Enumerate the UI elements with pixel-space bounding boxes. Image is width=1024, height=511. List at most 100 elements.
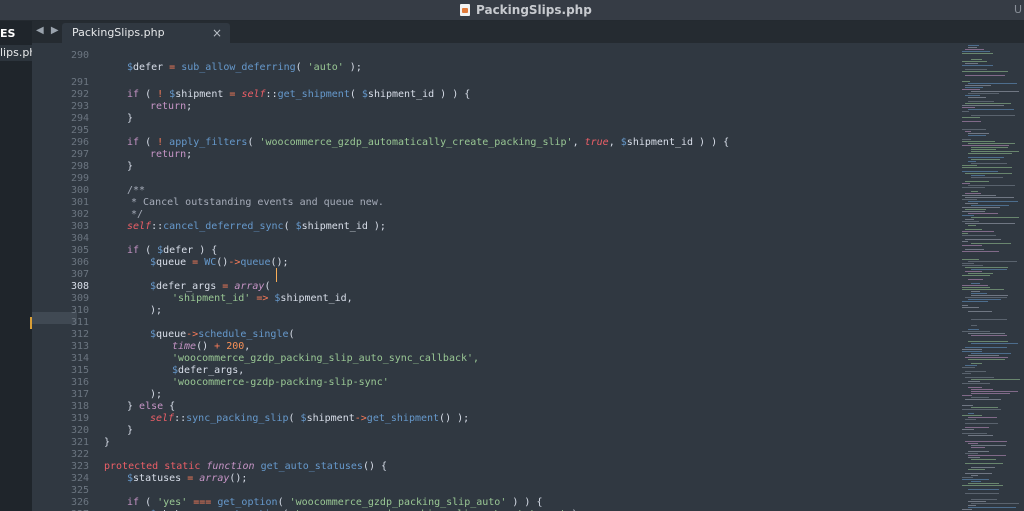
minimap-stroke xyxy=(962,105,1004,106)
minimap-stroke xyxy=(965,85,991,86)
code-editor[interactable]: 290 $defer = sub_allow_deferring( 'auto'… xyxy=(0,43,960,511)
minimap-stroke xyxy=(962,305,968,306)
minimap-stroke xyxy=(962,199,977,200)
code-line: 327 xyxy=(0,497,960,511)
minimap-stroke xyxy=(968,469,985,470)
minimap-stroke xyxy=(962,367,975,368)
minimap-stroke xyxy=(968,381,980,382)
tab-close-icon[interactable]: × xyxy=(212,23,222,43)
minimap-stroke xyxy=(971,481,981,482)
code-line: 315 'woocommerce-gzdp-packing-slip-sync' xyxy=(0,353,960,388)
code-line: 294 xyxy=(0,101,960,124)
tab-nav-arrows-icon[interactable]: ◀ ▶ xyxy=(36,25,61,36)
minimap-stroke xyxy=(971,269,1007,270)
minimap-stroke xyxy=(962,207,1000,208)
minimap[interactable] xyxy=(960,43,1024,511)
minimap-stroke xyxy=(962,233,968,234)
minimap-stroke xyxy=(968,501,986,502)
code-line: 296 return; xyxy=(0,125,960,160)
minimap-stroke xyxy=(971,205,1009,206)
minimap-stroke xyxy=(971,151,1019,152)
minimap-stroke xyxy=(965,453,978,454)
minimap-stroke xyxy=(965,473,992,474)
minimap-stroke xyxy=(968,279,983,280)
minimap-stroke xyxy=(965,209,986,210)
minimap-stroke xyxy=(965,249,984,250)
minimap-stroke xyxy=(962,111,969,112)
minimap-stroke xyxy=(968,185,1015,186)
minimap-stroke xyxy=(962,433,987,434)
minimap-stroke xyxy=(971,177,1003,178)
minimap-stroke xyxy=(971,343,1018,344)
minimap-stroke xyxy=(971,335,1007,336)
minimap-stroke xyxy=(965,357,1008,358)
minimap-stroke xyxy=(968,273,993,274)
minimap-stroke xyxy=(965,423,998,424)
minimap-stroke xyxy=(962,285,988,286)
minimap-stroke xyxy=(971,59,982,60)
minimap-stroke xyxy=(962,231,994,232)
code-line: 326 $statuses = get_option( 'woocommerce… xyxy=(0,485,960,511)
minimap-stroke xyxy=(971,363,982,364)
code-line: 309 ); xyxy=(0,281,960,316)
minimap-stroke xyxy=(965,197,1014,198)
code-line: 320 } xyxy=(0,413,960,448)
minimap-stroke xyxy=(962,241,968,242)
minimap-stroke xyxy=(968,299,1001,300)
code-line: 321 xyxy=(0,425,960,448)
window-title: PackingSlips.php xyxy=(460,2,592,18)
minimap-stroke xyxy=(971,319,1007,320)
minimap-stroke xyxy=(962,251,999,252)
minimap-stroke xyxy=(971,407,998,408)
minimap-stroke xyxy=(965,193,981,194)
tab-packingslips[interactable]: PackingSlips.php × xyxy=(62,23,230,43)
minimap-stroke xyxy=(968,133,989,134)
minimap-stroke xyxy=(965,419,976,420)
code-line: 317 } else { xyxy=(0,377,960,412)
minimap-stroke xyxy=(968,451,989,452)
minimap-stroke xyxy=(965,173,1012,174)
minimap-stroke xyxy=(962,215,974,216)
minimap-stroke xyxy=(962,51,990,52)
minimap-stroke xyxy=(968,135,986,136)
minimap-stroke xyxy=(971,291,980,292)
minimap-stroke xyxy=(968,101,994,102)
minimap-stroke xyxy=(971,91,1019,92)
minimap-stroke xyxy=(962,171,998,172)
code-line: 298 xyxy=(0,149,960,172)
minimap-stroke xyxy=(962,139,971,140)
code-line: 304 if ( $defer ) { xyxy=(0,221,960,256)
title-bar: PackingSlips.php U xyxy=(0,0,1024,21)
minimap-stroke xyxy=(962,289,1004,290)
code-line: 293 } xyxy=(0,89,960,124)
minimap-stroke xyxy=(962,165,977,166)
minimap-stroke xyxy=(971,353,1011,354)
minimap-stroke xyxy=(971,293,987,294)
minimap-stroke xyxy=(962,477,973,478)
minimap-stroke xyxy=(968,435,993,436)
code-line: 307 $defer_args = array( xyxy=(0,257,960,292)
minimap-stroke xyxy=(962,81,970,82)
code-line: 300 * Cancel outstanding events and queu… xyxy=(0,173,960,208)
minimap-stroke xyxy=(965,219,974,220)
minimap-stroke xyxy=(968,161,976,162)
minimap-stroke xyxy=(968,143,1015,144)
minimap-stroke xyxy=(962,509,972,510)
minimap-stroke xyxy=(968,413,974,414)
minimap-stroke xyxy=(962,53,993,54)
php-file-icon xyxy=(460,4,470,16)
minimap-stroke xyxy=(971,467,995,468)
minimap-preview xyxy=(962,45,1020,510)
minimap-stroke xyxy=(962,331,990,332)
minimap-stroke xyxy=(971,445,1006,446)
minimap-stroke xyxy=(968,443,978,444)
minimap-stroke xyxy=(962,373,971,374)
minimap-stroke xyxy=(968,387,982,388)
minimap-stroke xyxy=(965,239,1001,240)
minimap-stroke xyxy=(971,391,1018,392)
code-line: 318 self::sync_packing_slip( $shipment->… xyxy=(0,389,960,424)
minimap-stroke xyxy=(968,153,1012,154)
minimap-stroke xyxy=(971,459,996,460)
minimap-stroke xyxy=(971,283,980,284)
minimap-stroke xyxy=(965,75,1005,76)
